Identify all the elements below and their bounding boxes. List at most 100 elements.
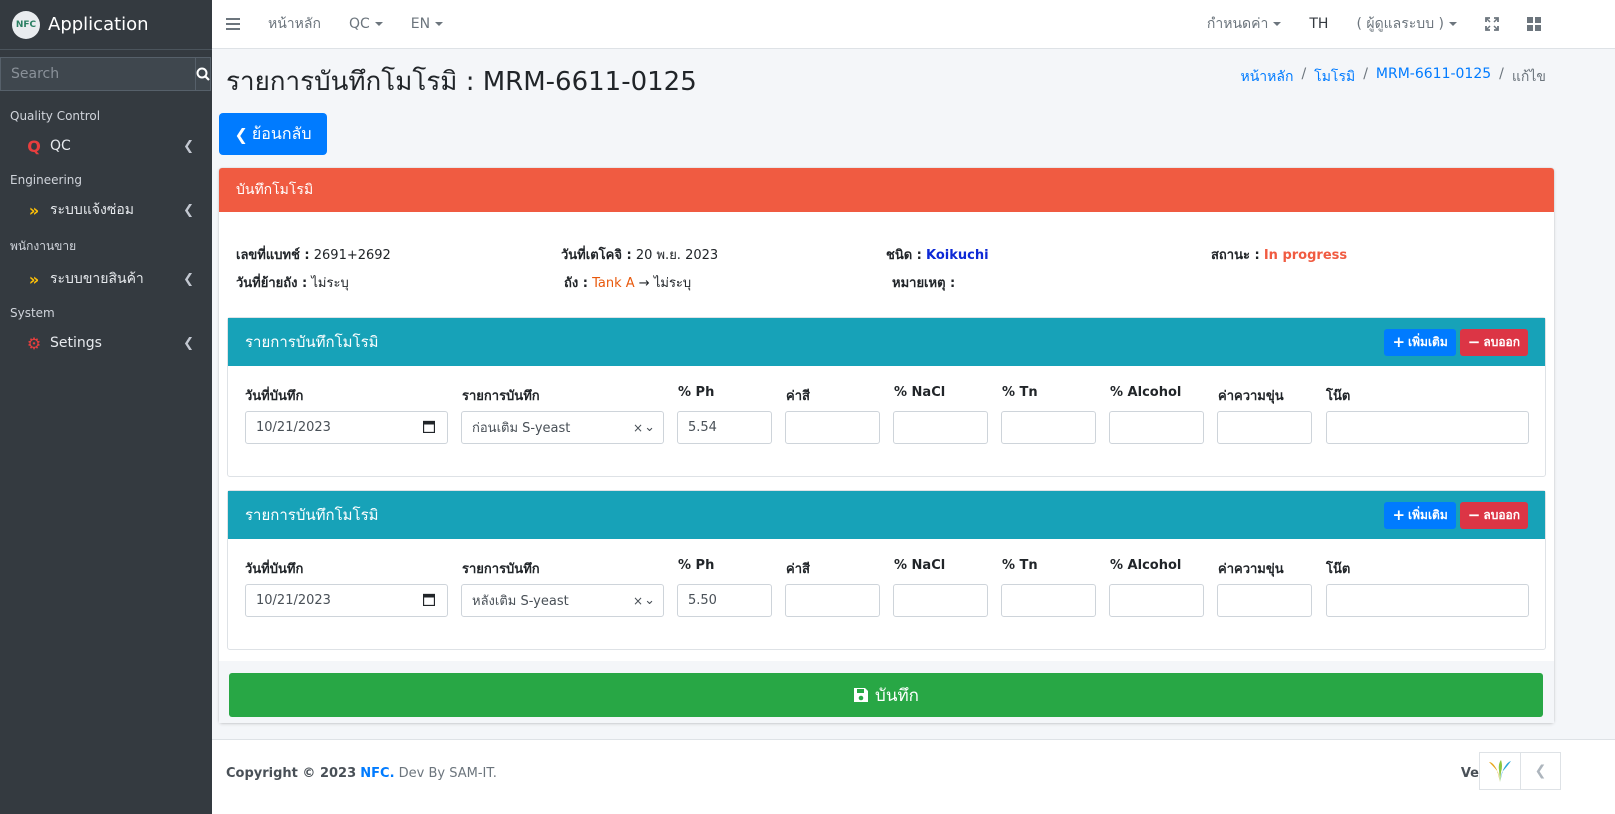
turbidity-input[interactable] bbox=[1217, 584, 1312, 617]
label-note: โน๊ต bbox=[1326, 562, 1351, 577]
chevron-left-icon: ❮ bbox=[183, 335, 194, 351]
breadcrumb: หน้าหลัก / โมโรมิ / MRM-6611-0125 / แก้ไข bbox=[1241, 66, 1547, 88]
sidebar-item-settings[interactable]: ⚙ Setings ❮ bbox=[0, 326, 212, 360]
note-input[interactable] bbox=[1326, 411, 1529, 444]
apps-button[interactable] bbox=[1513, 0, 1555, 49]
arrow-right-icon: → bbox=[638, 275, 650, 291]
record-item-select[interactable]: ก่อนเติม S-yeast × ⌄ bbox=[461, 411, 664, 444]
sidebar-item-label: ระบบแจ้งซ่อม bbox=[50, 202, 135, 218]
note-input[interactable] bbox=[1326, 584, 1529, 617]
turbidity-input[interactable] bbox=[1217, 411, 1312, 444]
batch-label: เลขที่แบทช์ : bbox=[236, 247, 310, 263]
clear-icon: × bbox=[632, 420, 643, 435]
tn-input[interactable] bbox=[1001, 411, 1096, 444]
record-panel: รายการบันทึกโมโรมิ + เพิ่มเติม − ลบออก วัน… bbox=[227, 317, 1546, 477]
brand-title: Application bbox=[48, 14, 149, 35]
record-item-select[interactable]: หลังเติม S-yeast × ⌄ bbox=[461, 584, 664, 617]
remove-record-button[interactable]: − ลบออก bbox=[1459, 501, 1528, 529]
breadcrumb-current: แก้ไข bbox=[1511, 69, 1546, 85]
add-record-button[interactable]: + เพิ่มเติม bbox=[1384, 501, 1456, 529]
label-turbidity: ค่าความขุ่น bbox=[1218, 389, 1284, 404]
search-button[interactable] bbox=[195, 57, 211, 91]
breadcrumb-moromi[interactable]: โมโรมิ bbox=[1314, 66, 1355, 88]
note-label: หมายเหตุ : bbox=[892, 275, 956, 291]
caret-down-icon bbox=[374, 22, 383, 26]
breadcrumb-separator: / bbox=[1499, 66, 1504, 82]
label-color: ค่าสี bbox=[786, 562, 810, 577]
alcohol-input[interactable] bbox=[1109, 411, 1204, 444]
nav-lang-dropdown[interactable]: EN bbox=[397, 0, 457, 49]
sidebar-item-sales[interactable]: » ระบบขายสินค้า ❮ bbox=[0, 262, 212, 296]
ph-input[interactable]: 5.50 bbox=[677, 584, 772, 617]
status-info: สถานะ : In progress bbox=[1211, 244, 1536, 265]
gears-icon: ⚙ bbox=[26, 333, 42, 353]
search-icon bbox=[196, 67, 210, 81]
label-tn: % Tn bbox=[1002, 385, 1038, 400]
brand[interactable]: NFC Application bbox=[0, 0, 212, 50]
remove-label: ลบออก bbox=[1483, 334, 1520, 349]
tank-from: Tank A bbox=[592, 275, 635, 291]
label-item: รายการบันทึก bbox=[462, 562, 540, 577]
nav-qc-dropdown[interactable]: QC bbox=[335, 0, 397, 49]
label-color: ค่าสี bbox=[786, 389, 810, 404]
double-chevron-icon: » bbox=[28, 200, 40, 220]
color-input[interactable] bbox=[785, 584, 880, 617]
label-date: วันที่บันทึก bbox=[245, 389, 304, 404]
caret-down-icon bbox=[1273, 22, 1282, 26]
ph-input[interactable]: 5.54 bbox=[677, 411, 772, 444]
nav-header-engineering: Engineering bbox=[10, 173, 82, 187]
tank-to: ไม่ระบุ bbox=[653, 275, 692, 291]
nav-lang-current[interactable]: TH bbox=[1295, 0, 1342, 49]
alcohol-input[interactable] bbox=[1109, 584, 1204, 617]
record-header: รายการบันทึกโมโรมิ + เพิ่มเติม − ลบออก bbox=[228, 491, 1545, 539]
date-field[interactable]: 10/21/2023 bbox=[245, 584, 448, 617]
record-title: รายการบันทึกโมโรมิ bbox=[245, 506, 379, 524]
tn-input[interactable] bbox=[1001, 584, 1096, 617]
sidebar-item-qc[interactable]: Q QC ❮ bbox=[0, 129, 212, 163]
breadcrumb-record[interactable]: MRM-6611-0125 bbox=[1376, 66, 1491, 88]
page-title: รายการบันทึกโมโรมิ : MRM-6611-0125 bbox=[226, 67, 697, 97]
footer-brand-link[interactable]: NFC. bbox=[360, 766, 394, 781]
moromi-card: บันทึกโมโรมิ เลขที่แบทช์ : 2691+2692 วัน… bbox=[219, 168, 1554, 723]
sidebar-item-repair[interactable]: » ระบบแจ้งซ่อม ❮ bbox=[0, 193, 212, 227]
chevron-left-icon: ❮ bbox=[183, 202, 194, 218]
type-label: ชนิด : bbox=[886, 247, 922, 263]
sidebar: NFC Application Quality Control Q QC ❮ E… bbox=[0, 0, 212, 814]
calendar-icon bbox=[422, 420, 436, 437]
copyright-text: Copyright © 2023 bbox=[226, 766, 357, 781]
debug-toolbar[interactable]: ❮ bbox=[1479, 752, 1561, 790]
nacl-input[interactable] bbox=[893, 411, 988, 444]
minus-icon: − bbox=[1467, 506, 1481, 524]
menu-toggle-button[interactable] bbox=[212, 0, 254, 49]
nav-settings-dropdown[interactable]: กำหนดค่า bbox=[1193, 0, 1295, 49]
plus-icon: + bbox=[1392, 333, 1406, 351]
batch-value: 2691+2692 bbox=[313, 247, 391, 263]
nav-user-dropdown[interactable]: ( ผู้ดูแลระบบ ) bbox=[1342, 0, 1471, 49]
color-input[interactable] bbox=[785, 411, 880, 444]
remove-record-button[interactable]: − ลบออก bbox=[1459, 328, 1528, 356]
fullscreen-button[interactable] bbox=[1471, 0, 1513, 49]
nav-settings-label: กำหนดค่า bbox=[1206, 16, 1269, 32]
chevron-left-icon: ❮ bbox=[183, 271, 194, 287]
search-input[interactable] bbox=[0, 57, 195, 91]
hamburger-icon bbox=[226, 18, 240, 30]
nav-home-link[interactable]: หน้าหลัก bbox=[254, 0, 335, 49]
label-tn: % Tn bbox=[1002, 558, 1038, 573]
batch-info: เลขที่แบทช์ : 2691+2692 bbox=[236, 244, 561, 265]
save-button[interactable]: บันทึก bbox=[229, 673, 1543, 717]
add-record-button[interactable]: + เพิ่มเติม bbox=[1384, 328, 1456, 356]
sidebar-item-label: Setings bbox=[50, 335, 102, 351]
move-value: ไม่ระบุ bbox=[311, 275, 349, 291]
back-button[interactable]: ❮ ย้อนกลับ bbox=[219, 113, 327, 155]
nav-header-sales: พนักงานขาย bbox=[10, 239, 77, 253]
date-field[interactable]: 10/21/2023 bbox=[245, 411, 448, 444]
breadcrumb-separator: / bbox=[1363, 66, 1368, 82]
label-nacl: % NaCl bbox=[894, 385, 946, 400]
moromi-info: เลขที่แบทช์ : 2691+2692 วันที่เตโคจิ : 2… bbox=[236, 240, 1536, 296]
date-value: 10/21/2023 bbox=[256, 420, 331, 435]
nacl-input[interactable] bbox=[893, 584, 988, 617]
chevron-left-icon[interactable]: ❮ bbox=[1520, 753, 1560, 789]
footer: Copyright © 2023 NFC. Dev By SAM-IT. Ve … bbox=[212, 739, 1615, 814]
calendar-icon bbox=[422, 593, 436, 610]
breadcrumb-home[interactable]: หน้าหลัก bbox=[1241, 66, 1294, 88]
